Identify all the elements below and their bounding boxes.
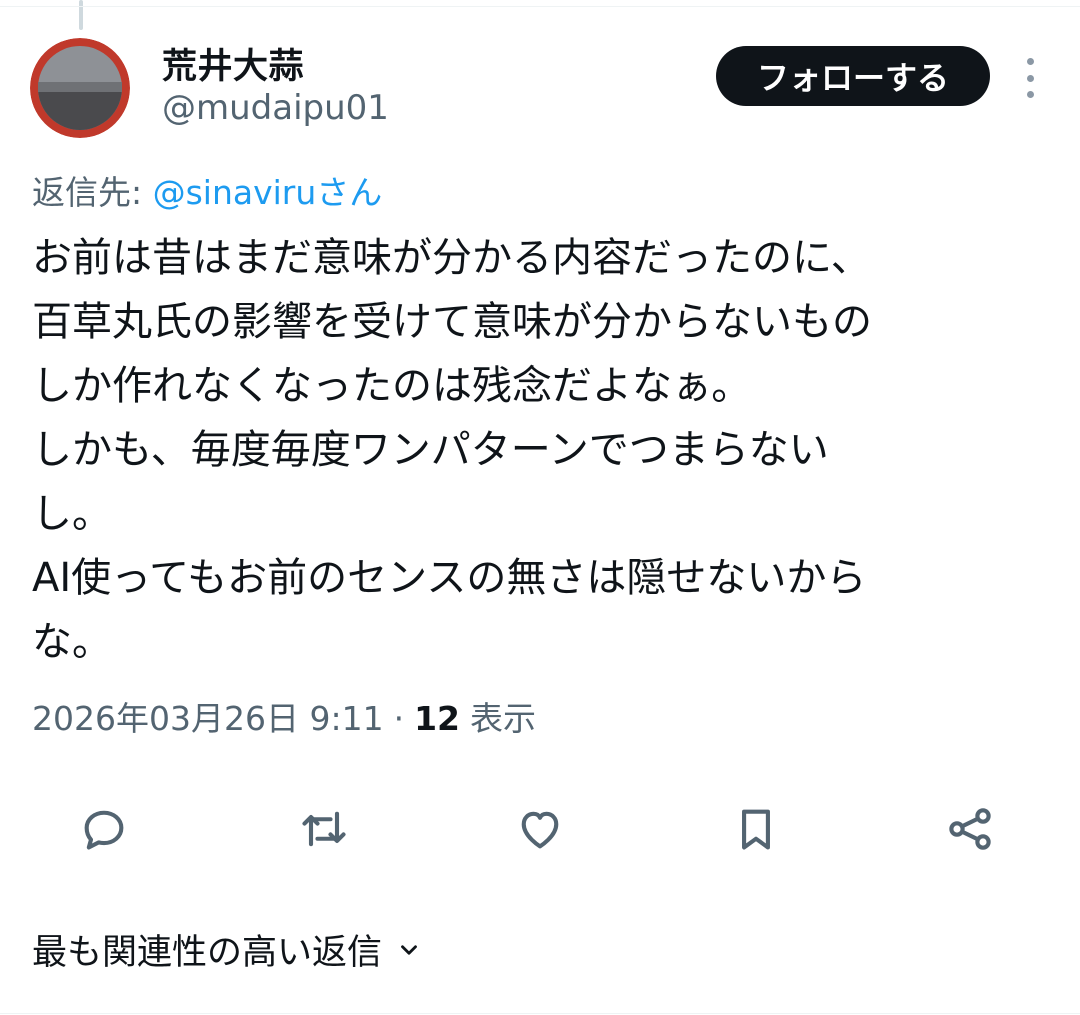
tweet-meta: 2026年03月26日 9:11 · 12 表示 <box>32 692 536 740</box>
bottom-divider <box>0 1013 1080 1014</box>
tweet-line: し。 <box>32 491 112 537</box>
action-bar <box>0 803 1080 855</box>
chevron-down-icon <box>401 944 417 955</box>
tweet-line: しかも、毎度毎度ワンパターンでつまらない <box>32 427 829 473</box>
views-label: 表示 <box>470 699 536 738</box>
tweet-detail: 荒井大蒜 @mudaipu01 フォローする 返信先: @sinaviruさん … <box>0 0 1080 1015</box>
reply-icon[interactable] <box>78 803 130 855</box>
replies-sort-label: 最も関連性の高い返信 <box>32 933 383 973</box>
reply-to: 返信先: @sinaviruさん <box>32 166 382 214</box>
tweet-line: AI使ってもお前のセンスの無さは隠せないから <box>32 555 867 601</box>
like-icon[interactable] <box>514 803 566 855</box>
tweet-line: しか作れなくなったのは残念だよなぁ。 <box>32 363 752 409</box>
more-options-icon[interactable] <box>1016 58 1044 98</box>
share-icon[interactable] <box>944 803 996 855</box>
reply-to-prefix: 返信先: <box>32 173 153 212</box>
tweet-line: 百草丸氏の影響を受けて意味が分からないもの <box>32 299 872 345</box>
avatar[interactable] <box>30 38 130 138</box>
author-name[interactable]: 荒井大蒜 <box>162 38 304 89</box>
tweet-line: お前は昔はまだ意味が分かる内容だったのに、 <box>32 235 871 281</box>
follow-button[interactable]: フォローする <box>716 46 990 106</box>
avatar-logo <box>30 38 130 138</box>
retweet-icon[interactable] <box>298 803 350 855</box>
top-divider <box>0 6 1080 7</box>
tweet-text: お前は昔はまだ意味が分かる内容だったのに、 百草丸氏の影響を受けて意味が分からな… <box>32 226 1052 674</box>
tweet-timestamp[interactable]: 2026年03月26日 9:11 <box>32 692 384 740</box>
replies-sort-dropdown[interactable]: 最も関連性の高い返信 <box>32 924 422 975</box>
author-handle[interactable]: @mudaipu01 <box>162 88 389 128</box>
bookmark-icon[interactable] <box>730 803 782 855</box>
meta-separator: · <box>393 699 405 738</box>
views-count: 12 <box>414 699 460 738</box>
reply-to-mention[interactable]: @sinaviruさん <box>153 173 383 212</box>
tweet-line: な。 <box>32 619 112 665</box>
thread-connector-line <box>79 0 83 30</box>
